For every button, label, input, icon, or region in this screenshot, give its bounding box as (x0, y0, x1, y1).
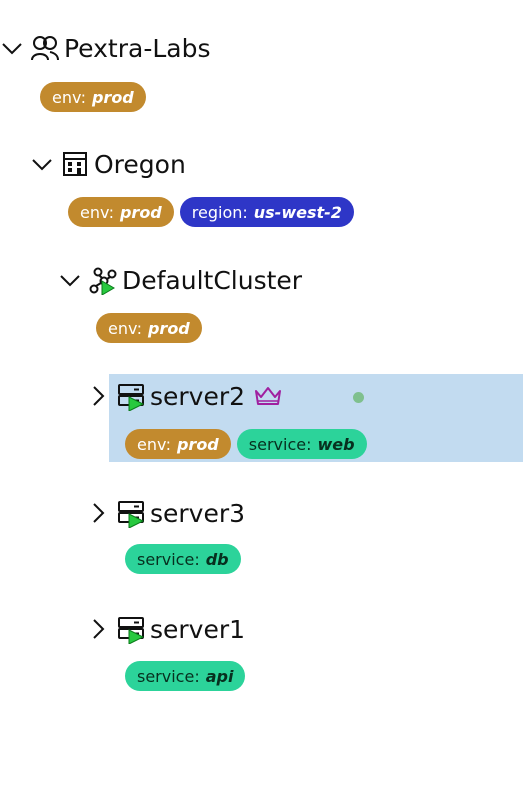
tag-value: prod (147, 318, 190, 338)
server-icon (116, 498, 146, 528)
chevron-right-icon[interactable] (86, 384, 110, 408)
tag-key: service: (248, 434, 312, 454)
chevron-down-icon[interactable] (58, 268, 82, 292)
status-dot (353, 392, 364, 403)
node-label: server2 (150, 381, 246, 411)
cluster-icon (88, 265, 118, 295)
chevron-right-icon[interactable] (86, 501, 110, 525)
node-label: server1 (150, 614, 246, 644)
tag-list: env: prod region: us-west-2 (68, 197, 354, 227)
tree-node-defaultcluster[interactable]: DefaultCluster (58, 260, 302, 300)
tag-list: service: api (125, 661, 246, 691)
tag-env: env: prod (68, 197, 174, 227)
tag-key: region: (191, 202, 248, 222)
tag-service: service: api (125, 661, 246, 691)
tag-list: env: prod (40, 82, 146, 112)
tag-service: service: db (125, 544, 241, 574)
building-icon (60, 149, 90, 179)
tree-node-pextra-labs[interactable]: Pextra-Labs (0, 28, 210, 68)
server-icon (116, 381, 146, 411)
tag-key: service: (137, 666, 200, 686)
tag-value: db (205, 549, 229, 569)
tag-key: env: (108, 318, 142, 338)
tag-env: env: prod (40, 82, 146, 112)
chevron-down-icon[interactable] (30, 152, 54, 176)
tag-value: web (317, 434, 355, 454)
tag-value: prod (91, 87, 134, 107)
tag-key: env: (52, 87, 86, 107)
chevron-right-icon[interactable] (86, 617, 110, 641)
tag-key: env: (137, 434, 171, 454)
tag-value: us-west-2 (253, 202, 342, 222)
tag-list: service: db (125, 544, 241, 574)
tag-key: service: (137, 549, 200, 569)
tag-list: env: prod service: web (125, 429, 367, 459)
tag-value: prod (176, 434, 219, 454)
tag-list: env: prod (96, 313, 202, 343)
tree-node-oregon[interactable]: Oregon (30, 144, 186, 184)
tag-env: env: prod (96, 313, 202, 343)
tag-service: service: web (236, 429, 367, 459)
tag-value: api (205, 666, 234, 686)
node-label: server3 (150, 498, 246, 528)
tag-key: env: (80, 202, 114, 222)
node-label: Pextra-Labs (64, 33, 211, 63)
tree-node-server3[interactable]: server3 (86, 493, 245, 533)
resource-tree: Pextra-Labs env: prod Oregon env: prod r… (0, 0, 523, 792)
tag-env: env: prod (125, 429, 231, 459)
tag-region: region: us-west-2 (179, 197, 354, 227)
tree-node-server2[interactable]: server2 (86, 376, 283, 416)
server-icon (116, 614, 146, 644)
tree-node-server1[interactable]: server1 (86, 609, 245, 649)
users-icon (30, 33, 60, 63)
node-label: Oregon (94, 149, 186, 179)
node-label: DefaultCluster (122, 265, 303, 295)
crown-icon (253, 384, 283, 408)
chevron-down-icon[interactable] (0, 36, 24, 60)
tag-value: prod (119, 202, 162, 222)
